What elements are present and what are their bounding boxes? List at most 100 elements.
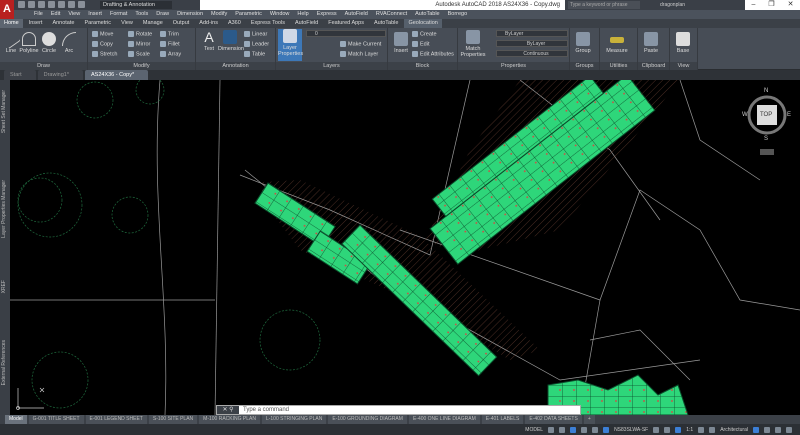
workspace-gear-icon[interactable] (698, 426, 705, 433)
sheet-set-manager-tab[interactable]: Sheet Set Manager (1, 90, 7, 133)
menu-help[interactable]: Help (297, 10, 308, 19)
plus-icon[interactable] (709, 426, 716, 433)
layer-properties-button[interactable]: Layer Properties (278, 29, 303, 61)
view-panel-label[interactable]: View (670, 62, 697, 70)
mirror-button[interactable]: Mirror (128, 41, 150, 47)
lineweight-icon[interactable] (603, 426, 610, 433)
layout-tab[interactable]: E-001 LEGEND SHEET (85, 415, 147, 424)
command-close-icon[interactable]: ✕ ⚲ (217, 406, 239, 414)
paste-button[interactable]: Paste (640, 32, 662, 54)
layers-panel-label[interactable]: Layers (276, 62, 387, 70)
compass-east[interactable]: E (787, 112, 791, 118)
circle-button[interactable]: Circle (38, 32, 60, 54)
draw-panel-label[interactable]: Draw (0, 62, 87, 70)
ortho-icon[interactable] (570, 426, 577, 433)
layout-tab[interactable]: S-100 SITE PLAN (148, 415, 198, 424)
menu-autotable[interactable]: AutoTable (415, 10, 439, 19)
layout-tab[interactable]: L-100 STRINGING PLAN (261, 415, 327, 424)
drawing-canvas[interactable] (10, 80, 800, 415)
command-input[interactable]: Type a command (243, 406, 289, 414)
layout-tab[interactable]: E-401 LABELS (481, 415, 524, 424)
units-selector[interactable]: Architectural (720, 427, 748, 433)
compass-south[interactable]: S (764, 136, 768, 142)
redo-icon[interactable] (78, 1, 85, 8)
annotation-scale[interactable]: 1:1 (686, 427, 693, 433)
menu-rvaconnect[interactable]: RVAConnect (376, 10, 407, 19)
dimension-button[interactable]: Dimension (218, 30, 244, 52)
stretch-button[interactable]: Stretch (92, 51, 117, 57)
annotation-visibility-icon[interactable] (675, 426, 682, 433)
hardware-acceleration-icon[interactable] (764, 426, 770, 433)
snap-icon[interactable] (559, 426, 566, 433)
create-block-button[interactable]: Create (412, 31, 437, 37)
layer-dropdown[interactable]: 0 (306, 30, 386, 37)
viewcube-top[interactable]: TOP (760, 112, 772, 118)
block-panel-label[interactable]: Block (388, 62, 457, 70)
menu-view[interactable]: View (68, 10, 80, 19)
rotate-button[interactable]: Rotate (128, 31, 152, 37)
tab-manage[interactable]: Manage (139, 19, 167, 28)
properties-panel-label[interactable]: Properties (458, 62, 569, 70)
linear-dropdown[interactable]: Linear (244, 31, 267, 37)
base-button[interactable]: Base (672, 32, 694, 54)
menu-autofield[interactable]: AutoField (345, 10, 368, 19)
menu-insert[interactable]: Insert (88, 10, 102, 19)
layout-tab-model[interactable]: Model (5, 415, 27, 424)
copy-button[interactable]: Copy (92, 41, 113, 47)
tab-autotable[interactable]: AutoTable (370, 19, 402, 28)
tab-add-ins[interactable]: Add-ins (195, 19, 222, 28)
menu-borrego[interactable]: Borrego (448, 10, 468, 19)
selection-cycling-icon[interactable] (664, 426, 671, 433)
group-button[interactable]: Group (572, 32, 594, 54)
save-icon[interactable] (38, 1, 45, 8)
edit-attributes-button[interactable]: Edit Attributes (412, 51, 454, 57)
menu-tools[interactable]: Tools (135, 10, 148, 19)
layout-tab[interactable]: G-001 TITLE SHEET (28, 415, 84, 424)
edit-block-button[interactable]: Edit (412, 41, 429, 47)
polyline-button[interactable]: Polyline (18, 32, 40, 54)
color-dropdown[interactable]: ByLayer (496, 30, 568, 37)
add-layout-button[interactable]: + (583, 415, 595, 424)
xref-tab[interactable]: XREF (1, 280, 7, 293)
groups-panel-label[interactable]: Groups (570, 62, 599, 70)
customization-icon[interactable] (786, 426, 792, 433)
clipboard-panel-label[interactable]: Clipboard (638, 62, 669, 70)
match-layer-button[interactable]: Match Layer (340, 51, 378, 57)
measure-button[interactable]: Measure (604, 32, 630, 54)
match-properties-button[interactable]: Match Properties (460, 30, 486, 58)
menu-window[interactable]: Window (270, 10, 290, 19)
coordinate-system[interactable]: NS83SLWA-SF (614, 427, 648, 433)
open-icon[interactable] (28, 1, 35, 8)
array-button[interactable]: Array (160, 51, 181, 57)
isolate-icon[interactable] (653, 426, 660, 433)
command-line[interactable]: ✕ ⚲ Type a command (216, 405, 581, 415)
tab-express-tools[interactable]: Express Tools (247, 19, 289, 28)
arc-button[interactable]: Arc (58, 32, 80, 54)
tab-geolocation[interactable]: Geolocation (404, 19, 442, 28)
tab-annotate[interactable]: Annotate (48, 19, 78, 28)
doc-tab-start[interactable]: Start (4, 70, 36, 80)
minimize-icon[interactable]: – (751, 0, 755, 10)
menu-file[interactable]: File (34, 10, 43, 19)
menu-edit[interactable]: Edit (51, 10, 60, 19)
menu-modify[interactable]: Modify (211, 10, 227, 19)
menu-draw[interactable]: Draw (156, 10, 169, 19)
autocad-logo[interactable]: A (0, 0, 14, 19)
workspace-selector[interactable]: Drafting & Annotation (100, 1, 172, 9)
new-icon[interactable] (18, 1, 25, 8)
utilities-panel-label[interactable]: Utilities (600, 62, 637, 70)
layout-tab[interactable]: E-100 GROUNDING DIAGRAM (328, 415, 407, 424)
tab-home[interactable]: Home (0, 19, 23, 28)
save-as-icon[interactable] (48, 1, 55, 8)
tab-autofield[interactable]: AutoField (291, 19, 322, 28)
compass-west[interactable]: W (742, 112, 748, 118)
make-current-button[interactable]: Make Current (340, 41, 381, 47)
layout-tab[interactable]: E-402 DATA SHEETS (525, 415, 582, 424)
grid-icon[interactable] (548, 426, 555, 433)
tab-featured-apps[interactable]: Featured Apps (324, 19, 368, 28)
tab-view[interactable]: View (117, 19, 137, 28)
close-icon[interactable]: ✕ (788, 0, 794, 10)
linetype-dropdown[interactable]: Continuous (496, 50, 568, 57)
menu-dimension[interactable]: Dimension (177, 10, 203, 19)
fillet-button[interactable]: Fillet (160, 41, 180, 47)
